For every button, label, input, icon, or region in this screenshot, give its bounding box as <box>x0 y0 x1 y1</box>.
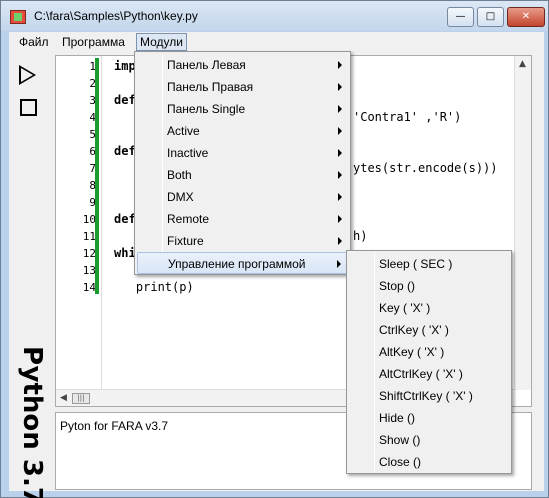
line-number: 8 <box>89 179 96 192</box>
menu-bar: Файл Программа Модули <box>9 32 544 52</box>
line-number: 3 <box>89 94 96 107</box>
line-number: 9 <box>89 196 96 209</box>
menu-item-label: AltKey ( 'X' ) <box>379 345 445 359</box>
menu-item-label: DMX <box>167 190 194 204</box>
submenu-arrow-icon <box>338 105 342 113</box>
menu-item-label: Active <box>167 124 200 138</box>
menu-item-label: Close () <box>379 455 422 469</box>
play-icon[interactable] <box>19 65 36 85</box>
menu-item-panel-right[interactable]: Панель Правая <box>137 76 348 98</box>
code-line: def <box>114 212 136 226</box>
close-button[interactable]: ✕ <box>507 7 545 27</box>
submenu-item-shiftctrlkey[interactable]: ShiftCtrlKey ( 'X' ) <box>349 385 509 407</box>
scroll-thumb[interactable]: ||| <box>72 393 90 404</box>
code-line: h) <box>353 229 368 243</box>
line-number: 2 <box>89 77 96 90</box>
modified-lines-marker <box>95 58 99 294</box>
menu-item-label: Inactive <box>167 146 209 160</box>
submenu-item-altkey[interactable]: AltKey ( 'X' ) <box>349 341 509 363</box>
submenu-arrow-icon <box>338 127 342 135</box>
scroll-left-icon[interactable]: ◀ <box>60 393 67 403</box>
line-number: 12 <box>82 247 96 260</box>
submenu-item-show[interactable]: Show () <box>349 429 509 451</box>
menu-item-label: Key ( 'X' ) <box>379 301 431 315</box>
menu-modules[interactable]: Модули <box>136 33 187 51</box>
menu-item-label: Fixture <box>167 234 204 248</box>
submenu-arrow-icon <box>338 215 342 223</box>
line-number: 7 <box>89 162 96 175</box>
console-text: Pyton for FARA v3.7 <box>60 419 169 433</box>
submenu-item-close[interactable]: Close () <box>349 451 509 473</box>
submenu-arrow-icon <box>338 61 342 69</box>
line-number: 13 <box>82 264 96 277</box>
menu-item-label: Панель Single <box>167 102 246 116</box>
menu-item-remote[interactable]: Remote <box>137 208 348 230</box>
menu-item-label: Show () <box>379 433 421 447</box>
code-line: ytes(str.encode(s))) <box>353 161 498 175</box>
submenu-item-sleep[interactable]: Sleep ( SEC ) <box>349 253 509 275</box>
menu-item-label: Sleep ( SEC ) <box>379 257 453 271</box>
menu-item-label: CtrlKey ( 'X' ) <box>379 323 449 337</box>
menu-item-fixture[interactable]: Fixture <box>137 230 348 252</box>
line-number: 1 <box>89 60 96 73</box>
left-toolbar: Python 3.7 <box>9 52 49 498</box>
submenu-item-altctrlkey[interactable]: AltCtrlKey ( 'X' ) <box>349 363 509 385</box>
menu-item-label: Stop () <box>379 279 416 293</box>
stop-icon[interactable] <box>20 99 37 116</box>
line-number: 5 <box>89 128 96 141</box>
submenu-arrow-icon <box>337 260 341 268</box>
menu-item-dmx[interactable]: DMX <box>137 186 348 208</box>
submenu-arrow-icon <box>338 83 342 91</box>
menu-item-label: ShiftCtrlKey ( 'X' ) <box>379 389 473 403</box>
code-line: 'Contra1' ,'R') <box>353 110 462 124</box>
submenu-item-key[interactable]: Key ( 'X' ) <box>349 297 509 319</box>
menu-item-active[interactable]: Active <box>137 120 348 142</box>
scroll-up-icon[interactable]: ▲ <box>519 59 526 69</box>
window-title: C:\fara\Samples\Python\key.py <box>34 9 198 23</box>
line-number: 4 <box>89 111 96 124</box>
line-number-gutter: 1 2 3 4 5 6 7 8 9 10 11 12 13 14 <box>56 56 100 390</box>
submenu-item-hide[interactable]: Hide () <box>349 407 509 429</box>
submenu-item-ctrlkey[interactable]: CtrlKey ( 'X' ) <box>349 319 509 341</box>
line-number: 11 <box>82 230 96 243</box>
line-number: 6 <box>89 145 96 158</box>
submenu-arrow-icon <box>338 171 342 179</box>
menu-item-label: Remote <box>167 212 210 226</box>
line-number: 14 <box>82 281 96 294</box>
menu-item-label: Both <box>167 168 192 182</box>
menu-item-panel-single[interactable]: Панель Single <box>137 98 348 120</box>
code-line: def <box>114 144 136 158</box>
menu-program[interactable]: Программа <box>59 34 128 50</box>
code-line: def <box>114 93 136 107</box>
submenu-arrow-icon <box>338 193 342 201</box>
menu-item-inactive[interactable]: Inactive <box>137 142 348 164</box>
submenu-arrow-icon <box>338 149 342 157</box>
vertical-scrollbar[interactable]: ▲ <box>514 56 531 390</box>
submenu-item-stop[interactable]: Stop () <box>349 275 509 297</box>
menu-item-label: Панель Правая <box>167 80 254 94</box>
app-icon <box>10 10 26 24</box>
menu-item-label: AltCtrlKey ( 'X' ) <box>379 367 463 381</box>
gutter-separator <box>101 56 102 390</box>
submenu-arrow-icon <box>338 237 342 245</box>
modules-menu: Панель Левая Панель Правая Панель Single… <box>134 51 351 275</box>
title-bar[interactable]: C:\fara\Samples\Python\key.py — □ ✕ <box>1 1 548 31</box>
code-line: whi <box>114 246 136 260</box>
program-control-submenu: Sleep ( SEC ) Stop () Key ( 'X' ) CtrlKe… <box>346 250 512 474</box>
menu-item-program-control[interactable]: Управление программой <box>137 252 348 274</box>
vertical-version-label: Python 3.7 <box>17 346 47 498</box>
menu-file[interactable]: Файл <box>16 34 52 50</box>
line-number: 10 <box>82 213 96 226</box>
menu-item-label: Hide () <box>379 411 416 425</box>
menu-item-label: Управление программой <box>168 257 306 271</box>
menu-item-both[interactable]: Both <box>137 164 348 186</box>
menu-item-panel-left[interactable]: Панель Левая <box>137 54 348 76</box>
code-line: print(p) <box>107 280 194 294</box>
code-line: imp <box>114 59 136 73</box>
menu-item-label: Панель Левая <box>167 58 246 72</box>
maximize-button[interactable]: □ <box>477 7 504 27</box>
minimize-button[interactable]: — <box>447 7 474 27</box>
